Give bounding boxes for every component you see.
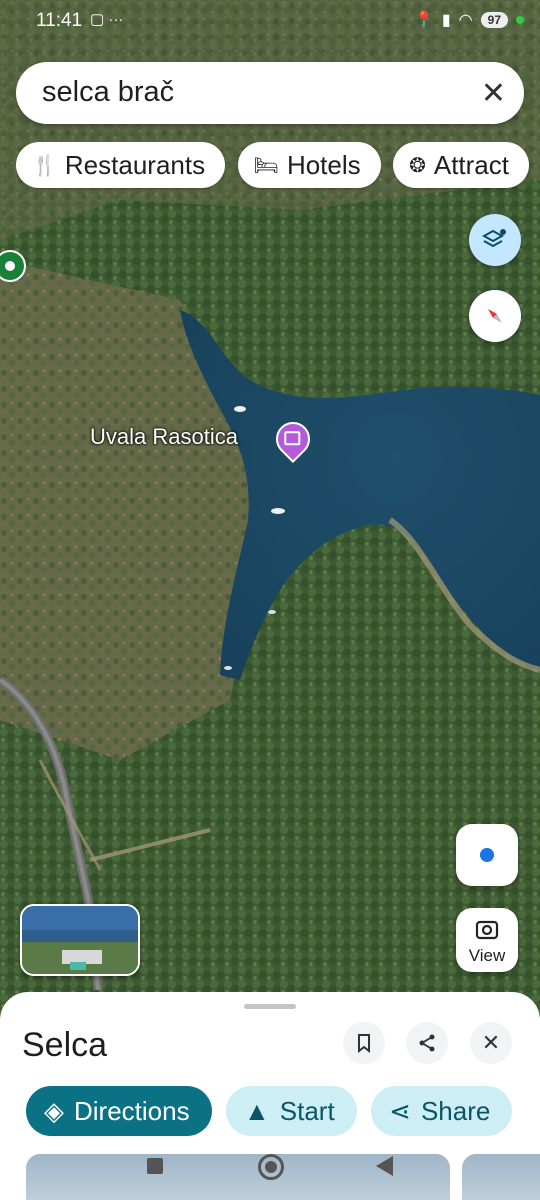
status-bar: 11:41 ▢ ··· 📍 ▮ ◠ 97	[0, 0, 540, 44]
back-icon[interactable]	[376, 1156, 393, 1176]
notification-icons: ▢ ···	[90, 10, 123, 28]
directions-label: Directions	[74, 1095, 190, 1126]
layers-button[interactable]	[469, 214, 521, 266]
share-label: Share	[420, 1095, 491, 1126]
privacy-dot-icon	[516, 16, 524, 24]
share-icon	[419, 1034, 435, 1052]
fork-knife-icon: 🍴	[32, 154, 57, 177]
category-chips: 🍴 Restaurants 🛏 Hotels ❂ Attract	[16, 142, 540, 190]
street-view-thumbnail[interactable]	[20, 904, 140, 976]
location-icon: 📍	[413, 12, 434, 29]
compass-icon	[488, 309, 502, 323]
chip-restaurants[interactable]: 🍴 Restaurants	[16, 142, 226, 188]
search-bar[interactable]: selca brač ✕	[16, 62, 524, 124]
bed-icon: 🛏	[253, 154, 279, 177]
screen-icon: ▢	[90, 11, 105, 28]
close-icon: ✕	[481, 1030, 501, 1055]
more-notifications-icon: ···	[108, 11, 124, 28]
status-time: 11:41	[36, 10, 83, 31]
recents-icon[interactable]	[147, 1158, 163, 1174]
share-icon: ⋖	[389, 1095, 411, 1126]
battery-indicator: 97	[480, 12, 508, 28]
my-location-icon	[480, 848, 494, 862]
navigation-arrow-icon: ▲	[244, 1095, 270, 1126]
save-button[interactable]	[343, 1022, 385, 1064]
wifi-icon: ◠	[458, 12, 473, 29]
directions-icon: ◈	[44, 1095, 64, 1126]
search-query[interactable]: selca brač	[42, 76, 174, 109]
view-button[interactable]: View	[456, 908, 518, 972]
camera-view-icon	[475, 920, 499, 940]
layers-icon	[482, 229, 506, 248]
start-button[interactable]: ▲ Start	[226, 1086, 357, 1136]
bookmark-icon	[358, 1034, 370, 1053]
start-label: Start	[279, 1095, 335, 1126]
share-icon-button[interactable]	[406, 1022, 448, 1064]
sheet-handle[interactable]	[244, 1004, 296, 1009]
place-title: Selca	[22, 1026, 108, 1064]
chip-label: Attract	[433, 149, 509, 180]
chip-attractions[interactable]: ❂ Attract	[393, 142, 529, 188]
poi-label[interactable]: Uvala Rasotica	[90, 424, 238, 450]
directions-button[interactable]: ◈ Directions	[26, 1086, 212, 1136]
signal-icon: ▮	[441, 12, 451, 29]
view-label: View	[468, 946, 506, 965]
share-button[interactable]: ⋖ Share	[371, 1086, 513, 1136]
close-button[interactable]: ✕	[470, 1022, 512, 1064]
system-nav-bar	[0, 1150, 540, 1200]
action-buttons: ◈ Directions ▲ Start ⋖ Share	[26, 1086, 540, 1138]
chip-label: Restaurants	[64, 149, 206, 180]
ferris-wheel-icon: ❂	[409, 154, 426, 177]
clear-search-icon[interactable]: ✕	[481, 76, 506, 111]
home-icon[interactable]	[258, 1154, 284, 1180]
chip-hotels[interactable]: 🛏 Hotels	[237, 142, 381, 188]
compass-button[interactable]	[469, 290, 521, 342]
my-location-button[interactable]	[456, 824, 518, 886]
chip-label: Hotels	[286, 149, 361, 180]
status-icons: 📍 ▮ ◠ 97	[414, 10, 524, 30]
